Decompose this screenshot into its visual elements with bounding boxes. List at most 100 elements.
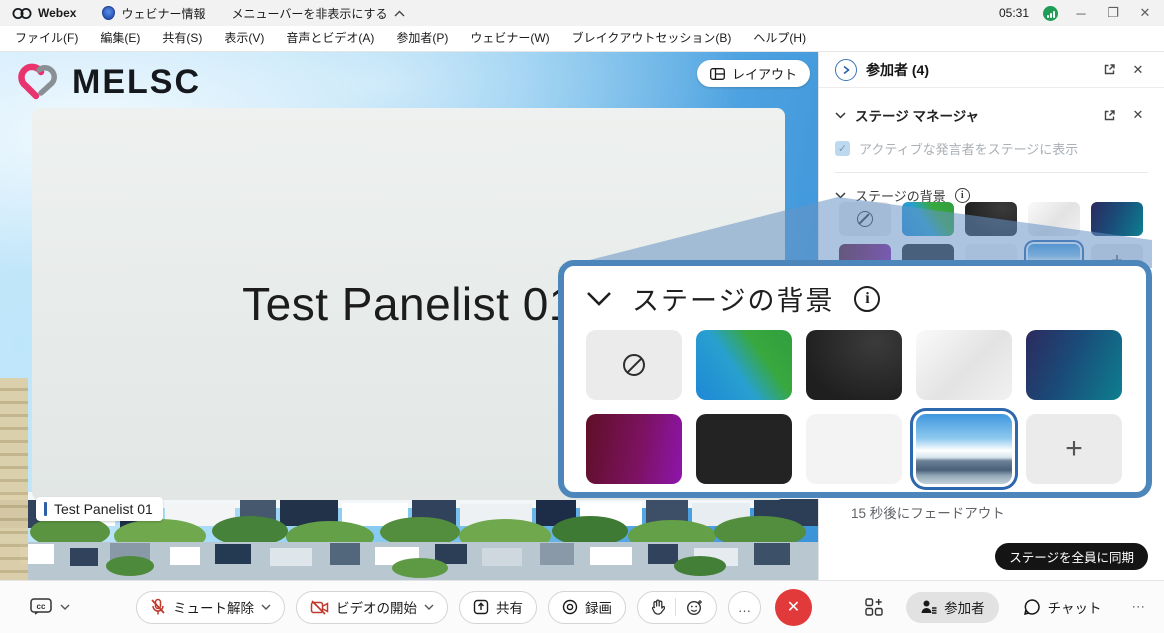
menu-participants[interactable]: 参加者(P) [385, 26, 459, 51]
apps-button[interactable] [864, 597, 884, 617]
menu-edit[interactable]: 編集(E) [89, 26, 151, 51]
participants-toggle-label: 参加者 [944, 597, 985, 617]
popup-info-icon[interactable]: i [854, 286, 880, 312]
chat-button[interactable]: チャット [1023, 597, 1102, 617]
popup-swatch-red-purple[interactable] [586, 414, 682, 484]
menu-share[interactable]: 共有(S) [151, 26, 213, 51]
more-options-label: … [738, 600, 752, 615]
fade-out-setting-label: 15 秒後にフェードアウト [851, 502, 1005, 522]
popup-swatch-silver[interactable] [916, 330, 1012, 400]
popup-swatch-add-new[interactable]: + [1026, 414, 1122, 484]
layout-grid-icon [710, 68, 725, 80]
start-video-button-label: ビデオの開始 [336, 597, 417, 617]
panel-divider [835, 172, 1148, 173]
reactions-smiley-icon[interactable] [686, 599, 703, 616]
leave-meeting-button[interactable]: ✕ [775, 589, 812, 626]
captions-icon: cc [30, 598, 52, 616]
close-participants-icon[interactable]: ✕ [1128, 60, 1148, 80]
close-window-button[interactable]: ✕ [1136, 5, 1154, 21]
mic-muted-icon [150, 598, 166, 616]
popup-swatch-grid: + [564, 318, 1146, 484]
swatch-silver[interactable] [1028, 202, 1080, 236]
webex-brand: Webex [12, 6, 76, 20]
webex-brand-label: Webex [38, 6, 76, 20]
name-tag-label: Test Panelist 01 [54, 501, 153, 517]
name-tag: Test Panelist 01 [36, 497, 163, 521]
chat-bubble-icon [1023, 598, 1041, 616]
layout-button[interactable]: レイアウト [697, 60, 810, 87]
minimize-button[interactable]: ─ [1072, 6, 1090, 21]
stage-background-popup: ステージの背景 i + [558, 260, 1152, 498]
leave-icon: ✕ [787, 597, 800, 617]
popup-swatch-black[interactable] [696, 414, 792, 484]
meeting-timer: 05:31 [999, 6, 1029, 20]
menu-help[interactable]: ヘルプ(H) [742, 26, 817, 51]
popup-swatch-navy-teal[interactable] [1026, 330, 1122, 400]
layout-button-label: レイアウト [732, 64, 797, 83]
start-video-button[interactable]: ビデオの開始 [296, 591, 448, 624]
popout-participants-icon[interactable] [1099, 60, 1119, 80]
speaking-indicator-bar [44, 502, 47, 516]
menu-view[interactable]: 表示(V) [213, 26, 275, 51]
webinar-info-button[interactable]: ウェビナー情報 [102, 5, 205, 22]
unmute-button-label: ミュート解除 [173, 597, 254, 617]
melsc-logo: MELSC [14, 60, 201, 104]
active-speaker-checkbox[interactable]: ✓ [835, 141, 850, 156]
background-info-icon[interactable]: i [955, 188, 970, 203]
reactions-divider [675, 598, 676, 616]
menu-webinar[interactable]: ウェビナー(W) [459, 26, 560, 51]
webinar-info-label: ウェビナー情報 [121, 5, 205, 22]
popup-swatch-blue-green[interactable] [696, 330, 792, 400]
video-chevron-icon [424, 604, 434, 610]
participants-toggle-button[interactable]: 参加者 [906, 592, 999, 623]
svg-text:cc: cc [37, 602, 46, 611]
menu-audio-video[interactable]: 音声とビデオ(A) [275, 26, 385, 51]
stage-manager-chevron-icon[interactable] [835, 112, 846, 119]
swatch-navy-teal[interactable] [1091, 202, 1143, 236]
melsc-logo-text: MELSC [72, 63, 201, 102]
unmute-button[interactable]: ミュート解除 [136, 591, 285, 624]
popout-stage-manager-icon[interactable] [1099, 105, 1119, 125]
menu-bar: ファイル(F) 編集(E) 共有(S) 表示(V) 音声とビデオ(A) 参加者(… [0, 26, 1164, 52]
tall-building [0, 378, 28, 580]
camera-off-icon [310, 600, 329, 615]
sync-stage-button[interactable]: ステージを全員に同期 [995, 543, 1148, 570]
raise-hand-icon[interactable] [651, 599, 665, 616]
popup-swatch-cityscape-selected[interactable] [916, 414, 1012, 484]
panelist-display-name: Test Panelist 01 [242, 277, 575, 331]
background-section-chevron-icon[interactable] [835, 192, 846, 199]
participants-panel-title: 参加者 (4) [866, 60, 929, 80]
webinar-info-icon [102, 6, 115, 20]
chat-button-label: チャット [1048, 597, 1102, 617]
popup-swatch-none[interactable] [586, 330, 682, 400]
menu-file[interactable]: ファイル(F) [4, 26, 89, 51]
connection-status-icon[interactable] [1043, 6, 1058, 21]
menu-breakout[interactable]: ブレイクアウトセッション(B) [561, 26, 743, 51]
apps-grid-icon [864, 597, 884, 617]
popup-swatch-light-gray[interactable] [806, 414, 902, 484]
more-options-button[interactable]: … [728, 591, 761, 624]
collapse-panel-button[interactable] [835, 59, 857, 81]
swatch-none[interactable] [839, 202, 891, 236]
active-speaker-checkbox-label: アクティブな発言者をステージに表示 [859, 139, 1078, 158]
plus-icon: + [1065, 434, 1083, 464]
participants-icon [920, 599, 937, 615]
unmute-chevron-icon [261, 604, 271, 610]
swatch-dark-swirl[interactable] [965, 202, 1017, 236]
restore-button[interactable]: ❐ [1104, 5, 1122, 21]
record-button-label: 録画 [585, 597, 612, 617]
captions-button[interactable]: cc [30, 598, 70, 616]
popup-swatch-dark-swirl[interactable] [806, 330, 902, 400]
close-stage-manager-icon[interactable]: ✕ [1128, 105, 1148, 125]
hide-menubar-button[interactable]: メニューバーを非表示にする [231, 5, 404, 22]
swatch-blue-green[interactable] [902, 202, 954, 236]
record-icon [562, 599, 578, 615]
share-button[interactable]: 共有 [459, 591, 537, 624]
record-button[interactable]: 録画 [548, 591, 626, 624]
hide-menubar-label: メニューバーを非表示にする [231, 5, 387, 22]
stage-manager-title: ステージ マネージャ [855, 105, 979, 125]
none-icon [857, 211, 873, 227]
popup-chevron-down-icon[interactable] [586, 291, 612, 306]
panel-more-button[interactable]: ⋯ [1132, 599, 1147, 615]
webex-logo-icon [12, 7, 32, 20]
